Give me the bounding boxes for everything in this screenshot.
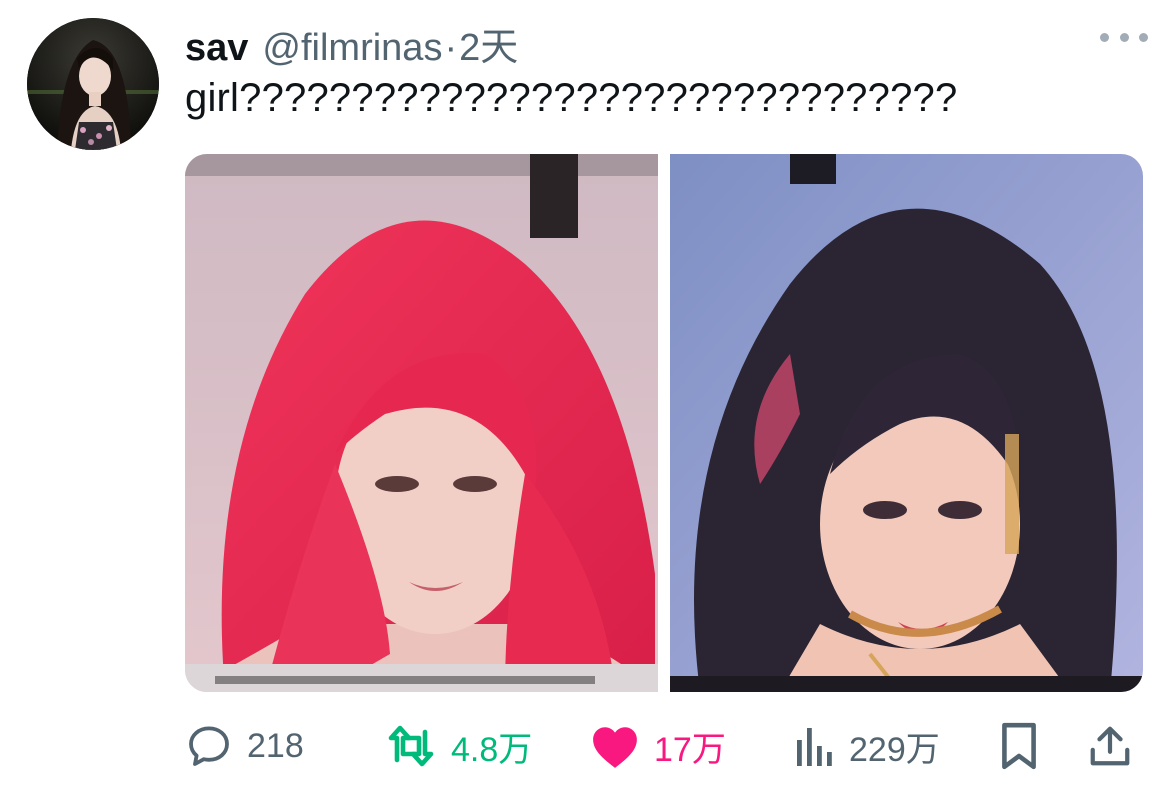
retweet-arrows-icon (388, 725, 434, 767)
bookmark-icon (1002, 722, 1036, 770)
display-name[interactable]: sav (185, 27, 248, 70)
avatar[interactable] (27, 18, 159, 150)
separator-dot: · (444, 27, 458, 69)
tweet-timestamp[interactable]: 2天 (459, 16, 518, 71)
photo-1[interactable] (185, 154, 658, 692)
reply-button[interactable]: 218 (185, 716, 304, 776)
share-button[interactable] (1087, 716, 1133, 776)
bookmark-button[interactable] (997, 716, 1041, 776)
photo-2[interactable] (670, 154, 1143, 692)
retweet-count: 4.8万 (451, 730, 533, 769)
more-dots-icon[interactable] (1100, 22, 1148, 52)
tweet-action-bar: 218 4.8万 17万 229万 (185, 716, 1145, 776)
photo-dark-hair (670, 154, 1143, 692)
reply-count: 218 (247, 726, 304, 765)
views-count: 229万 (849, 730, 940, 769)
like-count: 17万 (654, 730, 726, 769)
share-upload-icon (1090, 726, 1130, 766)
user-handle[interactable]: @filmrinas (262, 27, 442, 70)
views-button[interactable]: 229万 (795, 716, 940, 776)
tweet-card[interactable]: sav @filmrinas · 2天 girl????????????????… (0, 0, 1170, 802)
bar-chart-icon (797, 728, 832, 766)
media-grid (185, 154, 1143, 692)
speech-bubble-icon (189, 726, 229, 766)
tweet-header: sav @filmrinas · 2天 (185, 16, 518, 69)
like-button[interactable]: 17万 (590, 716, 726, 776)
avatar-image (27, 18, 159, 150)
tweet-text: girl???????????????????????????????? (185, 76, 958, 120)
retweet-button[interactable]: 4.8万 (385, 716, 532, 776)
photo-red-hair (185, 154, 658, 692)
heart-filled-icon (593, 727, 637, 768)
